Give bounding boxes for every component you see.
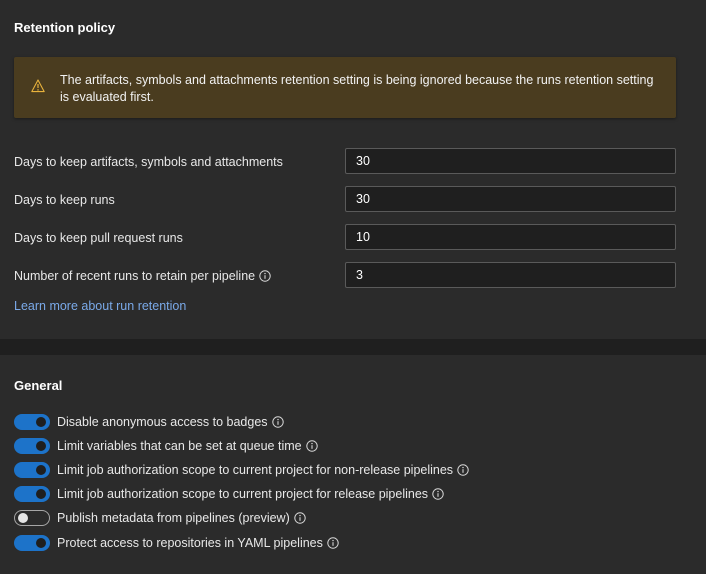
info-icon[interactable] bbox=[271, 416, 284, 428]
toggle-label-text: Limit job authorization scope to current… bbox=[57, 463, 454, 477]
field-label-text: Days to keep runs bbox=[14, 193, 115, 207]
toggle-label-protect-yaml-repos: Protect access to repositories in YAML p… bbox=[57, 536, 339, 550]
retention-policy-title: Retention policy bbox=[14, 20, 116, 35]
runs-days-input[interactable] bbox=[345, 186, 676, 212]
info-icon[interactable] bbox=[305, 440, 318, 452]
general-title: General bbox=[14, 378, 63, 393]
toggle-label-disable-anonymous-badges: Disable anonymous access to badges bbox=[57, 415, 284, 429]
toggle-knob bbox=[36, 489, 46, 499]
toggle-label-limit-scope-non-release: Limit job authorization scope to current… bbox=[57, 463, 469, 477]
info-icon[interactable] bbox=[259, 270, 271, 282]
field-label-runs-days: Days to keep runs bbox=[14, 193, 115, 207]
toggle-publish-metadata[interactable] bbox=[14, 510, 50, 526]
toggle-row-limit-queue-variables: Limit variables that can be set at queue… bbox=[14, 438, 318, 454]
general-section: General Disable anonymous access to badg… bbox=[0, 355, 706, 574]
field-label-recent-runs: Number of recent runs to retain per pipe… bbox=[14, 269, 271, 283]
toggle-limit-scope-release[interactable] bbox=[14, 486, 50, 502]
info-icon[interactable] bbox=[432, 488, 444, 500]
info-icon[interactable] bbox=[327, 537, 339, 549]
artifacts-days-input[interactable] bbox=[345, 148, 676, 174]
field-label-artifacts-days: Days to keep artifacts, symbols and atta… bbox=[14, 155, 283, 169]
toggle-knob bbox=[36, 538, 46, 548]
toggle-row-protect-yaml-repos: Protect access to repositories in YAML p… bbox=[14, 535, 339, 551]
toggle-protect-yaml-repos[interactable] bbox=[14, 535, 50, 551]
toggle-knob bbox=[36, 465, 46, 475]
toggle-limit-queue-variables[interactable] bbox=[14, 438, 50, 454]
field-label-text: Days to keep artifacts, symbols and atta… bbox=[14, 155, 283, 169]
warning-message: The artifacts, symbols and attachments r… bbox=[60, 73, 654, 104]
toggle-label-text: Disable anonymous access to badges bbox=[57, 415, 268, 429]
toggle-label-limit-scope-release: Limit job authorization scope to current… bbox=[57, 487, 444, 501]
toggle-knob bbox=[36, 441, 46, 451]
toggle-label-publish-metadata: Publish metadata from pipelines (preview… bbox=[57, 511, 306, 525]
field-label-text: Number of recent runs to retain per pipe… bbox=[14, 269, 256, 283]
toggle-label-text: Publish metadata from pipelines (preview… bbox=[57, 511, 290, 525]
warning-icon bbox=[31, 79, 45, 93]
info-icon[interactable] bbox=[457, 464, 469, 476]
toggle-row-limit-scope-non-release: Limit job authorization scope to current… bbox=[14, 462, 469, 478]
toggle-row-publish-metadata: Publish metadata from pipelines (preview… bbox=[14, 510, 306, 526]
retention-warning-banner: The artifacts, symbols and attachments r… bbox=[14, 57, 676, 118]
toggle-label-text: Protect access to repositories in YAML p… bbox=[57, 536, 323, 550]
pr-runs-days-input[interactable] bbox=[345, 224, 676, 250]
toggle-knob bbox=[36, 417, 46, 427]
retention-policy-section: Retention policy The artifacts, symbols … bbox=[0, 0, 706, 339]
toggle-disable-anonymous-badges[interactable] bbox=[14, 414, 50, 430]
learn-more-retention-link[interactable]: Learn more about run retention bbox=[14, 299, 186, 313]
info-icon[interactable] bbox=[294, 512, 306, 524]
toggle-label-text: Limit job authorization scope to current… bbox=[57, 487, 429, 501]
toggle-row-limit-scope-release: Limit job authorization scope to current… bbox=[14, 486, 444, 502]
toggle-limit-scope-non-release[interactable] bbox=[14, 462, 50, 478]
toggle-label-text: Limit variables that can be set at queue… bbox=[57, 439, 302, 453]
field-label-pr-runs-days: Days to keep pull request runs bbox=[14, 231, 183, 245]
toggle-row-disable-anonymous-badges: Disable anonymous access to badges bbox=[14, 414, 284, 430]
field-label-text: Days to keep pull request runs bbox=[14, 231, 183, 245]
recent-runs-input[interactable] bbox=[345, 262, 676, 288]
toggle-label-limit-queue-variables: Limit variables that can be set at queue… bbox=[57, 439, 318, 453]
toggle-knob bbox=[18, 513, 28, 523]
